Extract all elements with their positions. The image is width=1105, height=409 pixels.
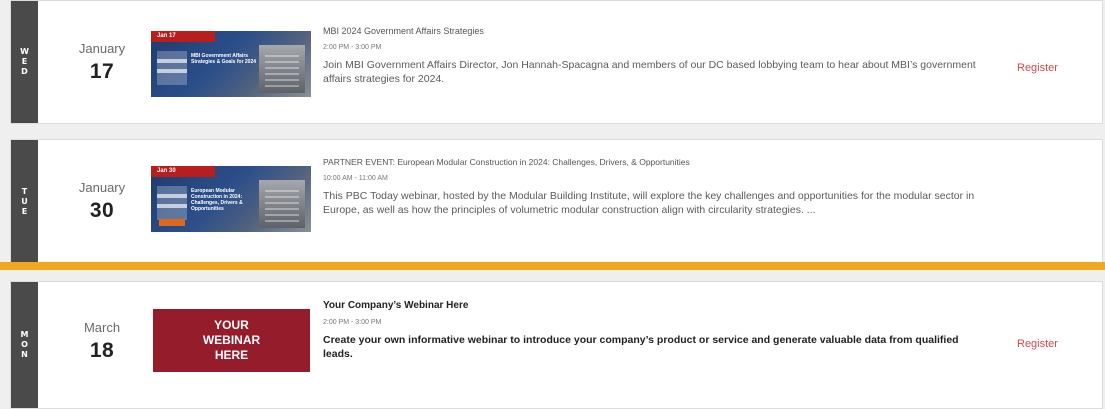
- weekday-letter: U: [21, 197, 28, 206]
- thumbnail-text: WEBINAR: [202, 333, 261, 347]
- weekday-strip: M O N: [11, 282, 38, 408]
- event-time: 2:00 PM - 3:00 PM: [323, 44, 382, 51]
- event-day: 17: [89, 60, 115, 83]
- event-day: 30: [89, 199, 115, 222]
- event-thumbnail[interactable]: Jan 30 European Modular Construction in …: [151, 166, 311, 232]
- event-description: This PBC Today webinar, hosted by the Mo…: [323, 190, 975, 216]
- weekday-letter: W: [20, 47, 29, 56]
- weekday-strip: W E D: [11, 1, 38, 123]
- event-month: March: [83, 320, 121, 335]
- thumbnail-button-shape: [159, 219, 185, 226]
- weekday-letter: E: [21, 57, 28, 66]
- weekday-letter: O: [21, 340, 28, 349]
- thumbnail-caption: MBI Government Affairs Strategies & Goal…: [191, 53, 257, 65]
- register-link[interactable]: Register: [1017, 62, 1058, 74]
- event-thumbnail[interactable]: YOUR WEBINAR HERE: [153, 309, 310, 372]
- event-info: MBI 2024 Government Affairs Strategies 2…: [323, 26, 983, 86]
- mbi-logo-icon: [157, 186, 187, 220]
- mbi-logo-icon: [157, 51, 187, 85]
- event-info: PARTNER EVENT: European Modular Construc…: [323, 157, 983, 217]
- event-description: Create your own informative webinar to i…: [323, 334, 959, 360]
- event-thumbnail[interactable]: Jan 17 MBI Government Affairs Strategies…: [151, 31, 311, 97]
- weekday-letter: M: [20, 330, 29, 339]
- event-card: W E D January 17 Jan 17 MBI Government A…: [10, 0, 1103, 124]
- event-description: Join MBI Government Affairs Director, Jo…: [323, 59, 976, 85]
- register-link[interactable]: Register: [1017, 338, 1058, 350]
- event-title[interactable]: MBI 2024 Government Affairs Strategies: [323, 26, 983, 36]
- event-time: 2:00 PM - 3:00 PM: [323, 319, 382, 326]
- event-info: Your Company’s Webinar Here 2:00 PM - 3:…: [323, 300, 983, 361]
- weekday-letter: D: [21, 67, 28, 76]
- event-month: January: [78, 180, 126, 195]
- weekday-letter: N: [21, 350, 28, 359]
- event-month: January: [78, 41, 126, 56]
- building-image: [259, 45, 305, 93]
- thumbnail-date-tag: Jan 17: [151, 31, 215, 42]
- event-date: January 17: [67, 41, 137, 84]
- weekday-strip: T U E: [11, 140, 38, 264]
- event-day: 18: [89, 339, 115, 362]
- event-title[interactable]: PARTNER EVENT: European Modular Construc…: [323, 157, 983, 167]
- thumbnail-text: YOUR: [214, 318, 249, 332]
- divider-highlight: [0, 262, 1105, 270]
- thumbnail-date-tag: Jan 30: [151, 166, 215, 177]
- event-card: T U E January 30 Jan 30 European Modular…: [10, 139, 1103, 265]
- thumbnail-caption: European Modular Construction in 2024: C…: [191, 188, 243, 212]
- building-image: [259, 180, 305, 228]
- event-card: M O N March 18 YOUR WEBINAR HERE Your Co…: [10, 281, 1103, 409]
- event-date: March 18: [67, 320, 137, 363]
- event-time: 10:00 AM - 11:00 AM: [323, 175, 388, 182]
- weekday-letter: T: [21, 187, 28, 196]
- event-title[interactable]: Your Company’s Webinar Here: [323, 300, 983, 311]
- weekday-letter: E: [21, 207, 28, 216]
- event-date: January 30: [67, 180, 137, 223]
- thumbnail-text: HERE: [214, 348, 249, 362]
